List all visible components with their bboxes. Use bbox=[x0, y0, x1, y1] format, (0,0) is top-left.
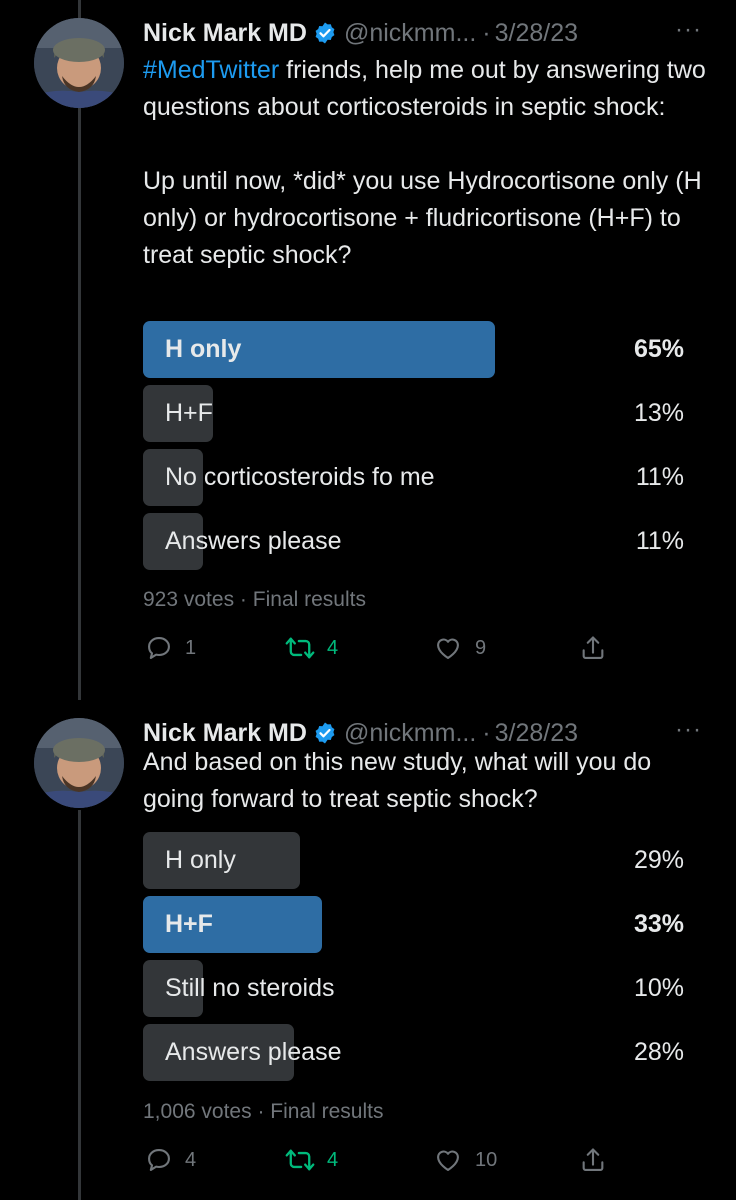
reply-count: 4 bbox=[185, 1148, 197, 1171]
tweet[interactable]: Nick Mark MD @nickmm... · 3/28/23 ··· An… bbox=[0, 700, 736, 1200]
separator-dot: · bbox=[239, 588, 247, 611]
reply-button[interactable]: 4 bbox=[145, 1140, 196, 1180]
poll-summary: 1,006 votes · Final results bbox=[143, 1100, 383, 1124]
retweet-count: 4 bbox=[327, 636, 339, 659]
author-handle[interactable]: @nickmm... bbox=[344, 19, 476, 48]
poll-option[interactable]: Still no steroids 10% bbox=[143, 960, 684, 1017]
retweet-count: 4 bbox=[327, 1148, 339, 1171]
poll-option-percent: 10% bbox=[633, 974, 684, 1002]
poll-option-percent: 29% bbox=[633, 846, 684, 874]
reply-button[interactable]: 1 bbox=[145, 628, 196, 668]
poll-option[interactable]: Answers please 11% bbox=[143, 513, 684, 570]
poll-option[interactable]: No corticosteroids fo me 11% bbox=[143, 449, 684, 506]
poll-status: Final results bbox=[252, 588, 366, 611]
poll-option-label: H+F bbox=[165, 910, 213, 938]
share-button[interactable] bbox=[579, 628, 607, 668]
avatar[interactable] bbox=[34, 718, 124, 808]
poll-option-label: Still no steroids bbox=[165, 974, 335, 1002]
verified-badge-icon bbox=[315, 22, 335, 44]
tweet-header: Nick Mark MD @nickmm... · 3/28/23 ··· bbox=[143, 14, 706, 52]
poll-option-label: H+F bbox=[165, 399, 213, 427]
poll-option-percent: 11% bbox=[635, 463, 684, 491]
like-button[interactable]: 9 bbox=[433, 628, 486, 668]
tweet-date[interactable]: 3/28/23 bbox=[495, 19, 578, 48]
poll-option[interactable]: Answers please 28% bbox=[143, 1024, 684, 1081]
retweet-button[interactable]: 4 bbox=[285, 1140, 338, 1180]
poll-option[interactable]: H+F 13% bbox=[143, 385, 684, 442]
reply-icon bbox=[148, 637, 170, 659]
tweet[interactable]: Nick Mark MD @nickmm... · 3/28/23 ··· #M… bbox=[0, 0, 736, 690]
share-icon bbox=[582, 1148, 604, 1171]
action-bar: 1 4 9 bbox=[143, 628, 623, 668]
poll: H only 65% H+F 13% No corticosteroids fo me 1… bbox=[143, 321, 684, 577]
author-name[interactable]: Nick Mark MD bbox=[143, 19, 307, 48]
action-bar: 4 4 10 bbox=[143, 1140, 623, 1180]
like-count: 9 bbox=[475, 636, 487, 659]
avatar[interactable] bbox=[34, 18, 124, 108]
retweet-icon bbox=[285, 637, 315, 659]
separator-dot: · bbox=[257, 1100, 265, 1123]
like-count: 10 bbox=[475, 1148, 498, 1171]
more-options-icon[interactable]: ··· bbox=[675, 16, 702, 44]
more-options-icon[interactable]: ··· bbox=[675, 716, 702, 744]
poll-option-label: Answers please bbox=[165, 1038, 342, 1066]
poll: H only 29% H+F 33% Still no steroids 10% Answe… bbox=[143, 832, 684, 1088]
vote-count: 923 votes bbox=[143, 588, 235, 611]
poll-option-label: Answers please bbox=[165, 527, 342, 555]
like-button[interactable]: 10 bbox=[433, 1140, 497, 1180]
poll-option-label: H only bbox=[165, 335, 242, 363]
poll-option-percent: 65% bbox=[633, 335, 684, 363]
heart-icon bbox=[437, 1150, 459, 1171]
poll-option-percent: 11% bbox=[635, 527, 684, 555]
poll-option[interactable]: H+F 33% bbox=[143, 896, 684, 953]
reply-count: 1 bbox=[185, 636, 197, 659]
verified-badge-icon bbox=[315, 722, 335, 744]
poll-summary: 923 votes · Final results bbox=[143, 588, 366, 612]
share-button[interactable] bbox=[579, 1140, 607, 1180]
tweet-text: #MedTwitter friends, help me out by answ… bbox=[143, 52, 706, 274]
tweet-text: And based on this new study, what will y… bbox=[143, 748, 652, 813]
separator-dot: · bbox=[482, 18, 491, 47]
poll-option[interactable]: H only 65% bbox=[143, 321, 684, 378]
poll-option[interactable]: H only 29% bbox=[143, 832, 684, 889]
reply-icon bbox=[148, 1149, 170, 1171]
retweet-button[interactable]: 4 bbox=[285, 628, 338, 668]
vote-count: 1,006 votes bbox=[143, 1100, 252, 1123]
poll-option-percent: 13% bbox=[633, 399, 684, 427]
poll-option-percent: 33% bbox=[633, 910, 684, 938]
poll-status: Final results bbox=[270, 1100, 384, 1123]
poll-option-label: No corticosteroids fo me bbox=[165, 463, 435, 491]
hashtag-link[interactable]: #MedTwitter bbox=[143, 56, 279, 84]
heart-icon bbox=[437, 638, 459, 659]
poll-option-label: H only bbox=[165, 846, 236, 874]
share-icon bbox=[582, 636, 604, 659]
tweet-text-content: friends, help me out by answering two qu… bbox=[143, 56, 706, 269]
retweet-icon bbox=[285, 1149, 315, 1171]
poll-option-percent: 28% bbox=[633, 1038, 684, 1066]
